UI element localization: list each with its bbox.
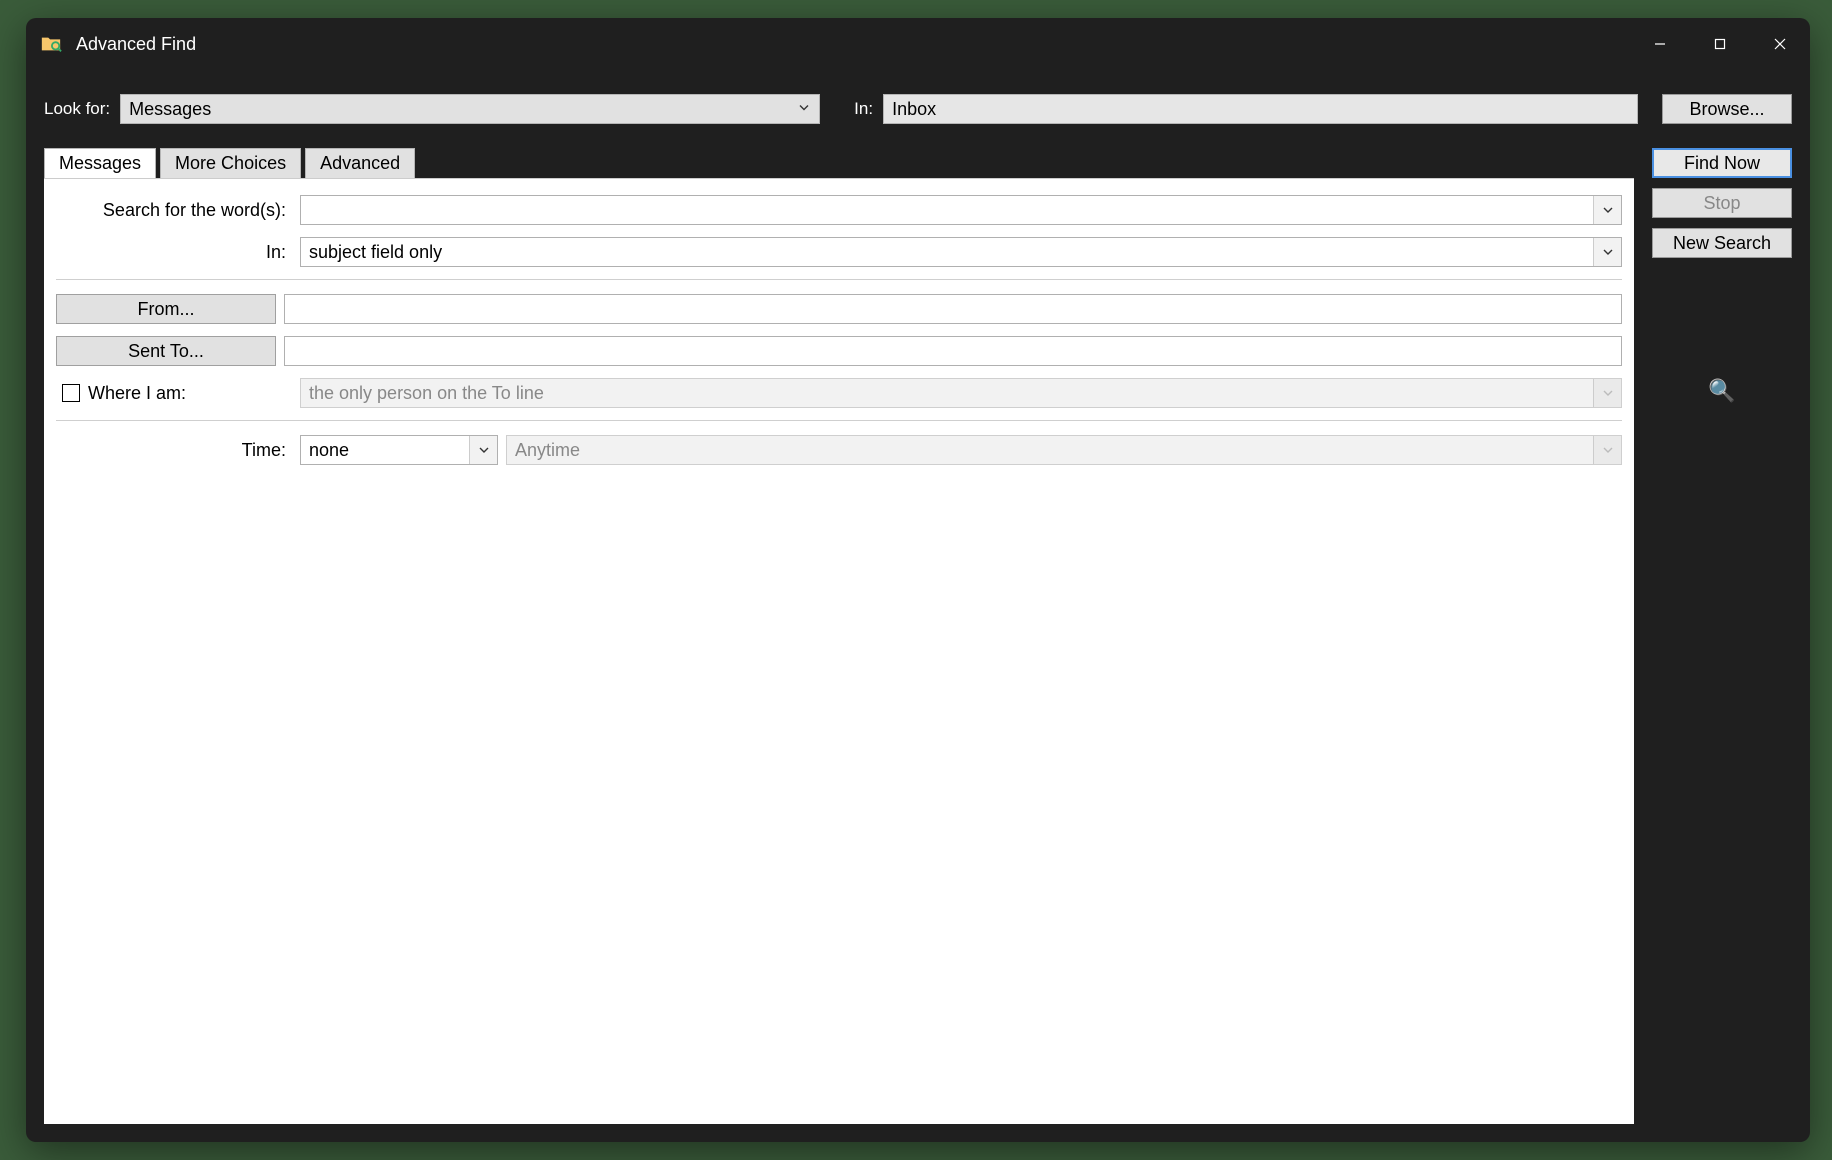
from-field[interactable]	[284, 294, 1622, 324]
look-for-label: Look for:	[44, 99, 110, 119]
action-column: Find Now Stop New Search 🔍	[1652, 148, 1792, 1124]
content-column: Messages More Choices Advanced Search fo…	[44, 148, 1634, 1124]
in-folder-field[interactable]: Inbox	[883, 94, 1638, 124]
separator	[56, 420, 1622, 421]
tab-messages[interactable]: Messages	[44, 148, 156, 178]
chevron-down-icon[interactable]	[1593, 196, 1621, 224]
look-for-value: Messages	[129, 99, 211, 120]
chevron-down-icon	[1593, 379, 1621, 407]
advanced-find-window: Advanced Find Look for: Messages In: Inb…	[26, 18, 1810, 1142]
chevron-down-icon	[1593, 436, 1621, 464]
look-for-combo[interactable]: Messages	[120, 94, 820, 124]
tab-advanced[interactable]: Advanced	[305, 148, 415, 178]
where-i-am-combo: the only person on the To line	[300, 378, 1622, 408]
folder-search-icon	[40, 33, 62, 55]
maximize-button[interactable]	[1690, 18, 1750, 70]
sent-to-field[interactable]	[284, 336, 1622, 366]
where-i-am-checkbox[interactable]	[62, 384, 80, 402]
browse-button[interactable]: Browse...	[1662, 94, 1792, 124]
search-words-label: Search for the word(s):	[56, 200, 292, 221]
in-label: In:	[854, 99, 873, 119]
chevron-down-icon[interactable]	[469, 436, 497, 464]
where-i-am-label: Where I am:	[88, 383, 186, 404]
window-title: Advanced Find	[76, 34, 196, 55]
in-folder-value: Inbox	[892, 99, 936, 120]
search-scope-row: Look for: Messages In: Inbox Browse...	[26, 70, 1810, 124]
messages-panel: Search for the word(s): In: subject fiel…	[44, 178, 1634, 1124]
tabstrip: Messages More Choices Advanced	[44, 148, 1634, 178]
from-button[interactable]: From...	[56, 294, 276, 324]
stop-button: Stop	[1652, 188, 1792, 218]
main-row: Messages More Choices Advanced Search fo…	[26, 124, 1810, 1142]
search-in-label: In:	[56, 242, 292, 263]
close-button[interactable]	[1750, 18, 1810, 70]
window-controls	[1630, 18, 1810, 70]
find-now-button[interactable]: Find Now	[1652, 148, 1792, 178]
time-type-combo[interactable]: none	[300, 435, 498, 465]
chevron-down-icon[interactable]	[1593, 238, 1621, 266]
separator	[56, 279, 1622, 280]
search-words-input[interactable]	[300, 195, 1622, 225]
time-range-combo: Anytime	[506, 435, 1622, 465]
chevron-down-icon	[797, 99, 811, 120]
new-search-button[interactable]: New Search	[1652, 228, 1792, 258]
sent-to-button[interactable]: Sent To...	[56, 336, 276, 366]
search-in-combo[interactable]: subject field only	[300, 237, 1622, 267]
magnifier-icon: 🔍	[1708, 378, 1735, 404]
minimize-button[interactable]	[1630, 18, 1690, 70]
tab-more-choices[interactable]: More Choices	[160, 148, 301, 178]
titlebar: Advanced Find	[26, 18, 1810, 70]
time-label: Time:	[56, 440, 292, 461]
